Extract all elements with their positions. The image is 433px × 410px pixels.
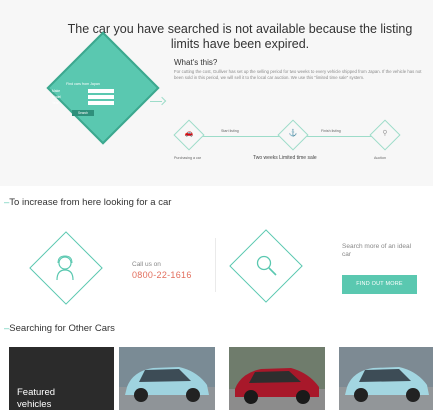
contact-section-title: –To increase from here looking for a car	[4, 197, 171, 208]
period-label: Two weeks Limited time sale	[253, 155, 317, 161]
contact-section-title-text: To increase from here looking for a car	[9, 197, 172, 208]
other-cars-section-title: –Searching for Other Cars	[4, 323, 115, 334]
car-gallery: Featured vehicles	[9, 347, 433, 410]
year-label: Year	[52, 101, 59, 105]
car-thumb-2[interactable]	[229, 347, 325, 410]
search-card-title: Find cars from Japan	[66, 82, 100, 86]
finish-listing-label: Finish listing	[321, 129, 341, 133]
purchasing-label: Purchasing a car	[174, 156, 201, 160]
search-label: Search more of an ideal car	[342, 243, 412, 258]
person-icon	[56, 255, 74, 281]
find-out-more-button[interactable]: FIND OUT MORE	[342, 275, 417, 294]
headline-line-1: The car you have searched is not availab…	[67, 22, 413, 36]
make-field[interactable]	[88, 89, 114, 93]
explainer-title: What's this?	[174, 58, 218, 67]
auction-label: Auction	[374, 156, 386, 160]
car-icon: 🚗	[184, 130, 194, 137]
featured-tile[interactable]: Featured vehicles	[9, 347, 114, 410]
start-listing-label: Start listing	[221, 129, 239, 133]
search-icon	[256, 255, 277, 276]
car-thumb-1[interactable]	[119, 347, 215, 410]
auction-icon: ⚲	[382, 130, 388, 137]
search-card-button[interactable]: Search	[71, 110, 95, 116]
model-label: Model	[52, 95, 61, 99]
call-label: Call us on	[132, 261, 161, 268]
ship-icon: ⚓	[288, 130, 298, 137]
make-label: Make	[52, 89, 61, 93]
featured-label: Featured vehicles	[17, 387, 55, 410]
car-thumb-3[interactable]	[339, 347, 433, 410]
featured-label-line-1: Featured	[17, 387, 56, 398]
phone-number[interactable]: 0800-22-1616	[132, 270, 192, 280]
divider	[215, 238, 216, 292]
featured-label-line-2: vehicles	[17, 399, 52, 410]
explainer-body: For cutting the cost, Gulliver has set u…	[174, 69, 422, 80]
explainer: What's this? For cutting the cost, Gulli…	[174, 58, 426, 81]
year-field[interactable]	[88, 101, 114, 105]
other-cars-title-text: Searching for Other Cars	[9, 323, 115, 334]
search-card: Find cars from Japan Make Model Year Sea…	[52, 82, 114, 116]
sale-timeline: 🚗 ⚓ ⚲ Start listing Finish listing Purch…	[173, 118, 418, 168]
model-field[interactable]	[88, 95, 114, 99]
